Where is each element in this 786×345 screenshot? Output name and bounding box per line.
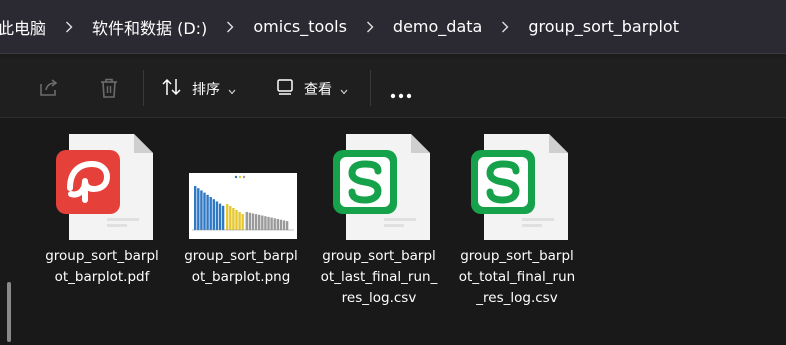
share-button[interactable] [38, 78, 60, 102]
more-icon [390, 84, 412, 103]
thumbnail-bar [241, 214, 244, 230]
file-name: group_sort_barplot_barplot.png [184, 248, 298, 285]
file-name: group_sort_barplot_last_final_run_res_lo… [320, 248, 438, 306]
thumbnail-bar [197, 188, 200, 230]
sort-arrows-icon [161, 77, 183, 101]
thumbnail-bar [226, 204, 229, 230]
chevron-right-icon[interactable] [225, 20, 235, 34]
thumbnail-bar [258, 214, 261, 230]
sort-label: 排序 [192, 82, 220, 98]
thumbnail-bar [267, 216, 270, 230]
view-icon [276, 78, 294, 100]
command-bar: 排序 查看 [0, 58, 786, 118]
pdf-icon [41, 134, 163, 240]
thumbnail-bar [221, 205, 225, 230]
thumbnail-bar [203, 192, 206, 230]
thumbnail-bar [235, 210, 238, 230]
image-thumbnail [180, 134, 302, 240]
thumbnail-bar [206, 194, 209, 230]
breadcrumb-this-pc[interactable]: 此电脑 [0, 15, 46, 39]
thumbnail-bar [279, 219, 283, 230]
thumbnail-bar [254, 214, 258, 230]
thumbnail-bar [209, 197, 212, 230]
thumbnail-bar [218, 203, 222, 230]
thumbnail-bar [232, 208, 235, 230]
thumbnail-bar [264, 216, 267, 230]
thumbnail-legend-dot [234, 175, 238, 179]
breadcrumb-omics-tools[interactable]: omics_tools [253, 17, 347, 36]
thumbnail-bar [238, 212, 241, 230]
breadcrumb-current-folder[interactable]: group_sort_barplot [528, 17, 679, 36]
view-button[interactable]: 查看 [276, 78, 348, 100]
thumbnail-bar [245, 212, 248, 230]
thumbnail-bar [273, 218, 276, 230]
sort-button[interactable]: 排序 [161, 77, 236, 101]
thumbnail-bar [212, 199, 215, 230]
chevron-right-icon[interactable] [64, 20, 74, 34]
thumbnail-bar [215, 201, 219, 230]
toolbar-divider [370, 70, 371, 106]
thumbnail-bar [285, 221, 289, 230]
breadcrumb-drive-d[interactable]: 软件和数据 (D:) [92, 15, 207, 39]
chevron-down-icon [228, 80, 236, 99]
file-name: group_sort_barplot_barplot.pdf [45, 248, 159, 285]
thumbnail-bar [261, 215, 264, 230]
thumbnail-legend-dot [238, 175, 242, 179]
vertical-scrollbar[interactable] [7, 282, 11, 342]
toolbar-divider [143, 70, 144, 106]
thumbnail-bar [282, 220, 286, 230]
csv-icon [318, 134, 440, 240]
breadcrumb-demo-data[interactable]: demo_data [393, 17, 482, 36]
chevron-down-icon [340, 80, 348, 99]
address-bar: 此电脑 软件和数据 (D:) omics_tools demo_data gro… [0, 0, 786, 54]
file-view[interactable]: group_sort_barplot_barplot.pdf group_sor… [0, 118, 786, 345]
delete-button[interactable] [99, 77, 119, 103]
trash-icon [99, 77, 119, 103]
thumbnail-bar [276, 219, 279, 230]
view-label: 查看 [304, 82, 332, 98]
chevron-right-icon[interactable] [365, 20, 375, 34]
thumbnail-bar [200, 190, 203, 230]
thumbnail-bar [251, 213, 255, 230]
thumbnail-bar [194, 186, 197, 230]
thumbnail-bar [248, 212, 252, 230]
thumbnail-bar [229, 206, 232, 230]
chevron-right-icon[interactable] [500, 20, 510, 34]
thumbnail-bar [270, 217, 273, 230]
thumbnail-legend-dot [242, 175, 246, 179]
file-name: group_sort_barplot_total_final_run_res_l… [458, 248, 576, 306]
more-options-button[interactable] [390, 84, 412, 103]
csv-icon [456, 134, 578, 240]
share-icon [38, 78, 60, 102]
